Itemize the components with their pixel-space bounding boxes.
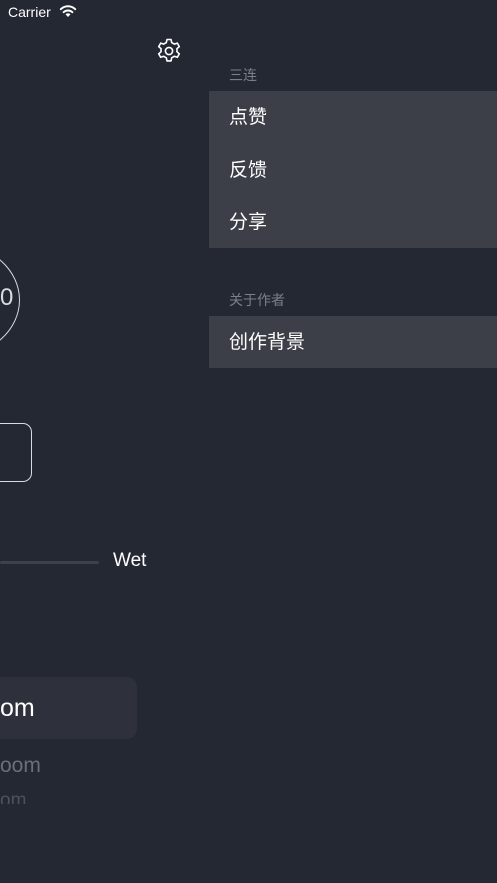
section-header-about-author: 关于作者 — [229, 293, 285, 309]
section-header-sanlian: 三连 — [229, 68, 257, 84]
settings-gear-icon[interactable] — [155, 37, 183, 65]
timer-value: 0 — [0, 284, 14, 311]
menu-item-share[interactable]: 分享 — [209, 196, 497, 249]
side-menu: 三连 点赞 反馈 分享 关于作者 创作背景 — [209, 0, 497, 883]
menu-group-sanlian: 点赞 反馈 分享 — [209, 91, 497, 248]
menu-item-creation-background[interactable]: 创作背景 — [209, 316, 497, 369]
app-screen: Carrier 11:49 PM 0 Wet om oom om — [0, 0, 497, 883]
menu-group-about-author: 创作背景 — [209, 316, 497, 368]
picker-selected-value: om — [0, 694, 35, 722]
outlined-button[interactable] — [0, 423, 32, 482]
wet-label: Wet — [113, 550, 147, 571]
main-content: 0 Wet om oom om — [0, 0, 209, 883]
picker-next-option[interactable]: oom — [0, 754, 41, 778]
wetness-slider-track[interactable] — [0, 561, 99, 564]
menu-item-feedback[interactable]: 反馈 — [209, 144, 497, 197]
menu-item-like[interactable]: 点赞 — [209, 91, 497, 144]
picker-faded-option[interactable]: om — [0, 790, 26, 804]
